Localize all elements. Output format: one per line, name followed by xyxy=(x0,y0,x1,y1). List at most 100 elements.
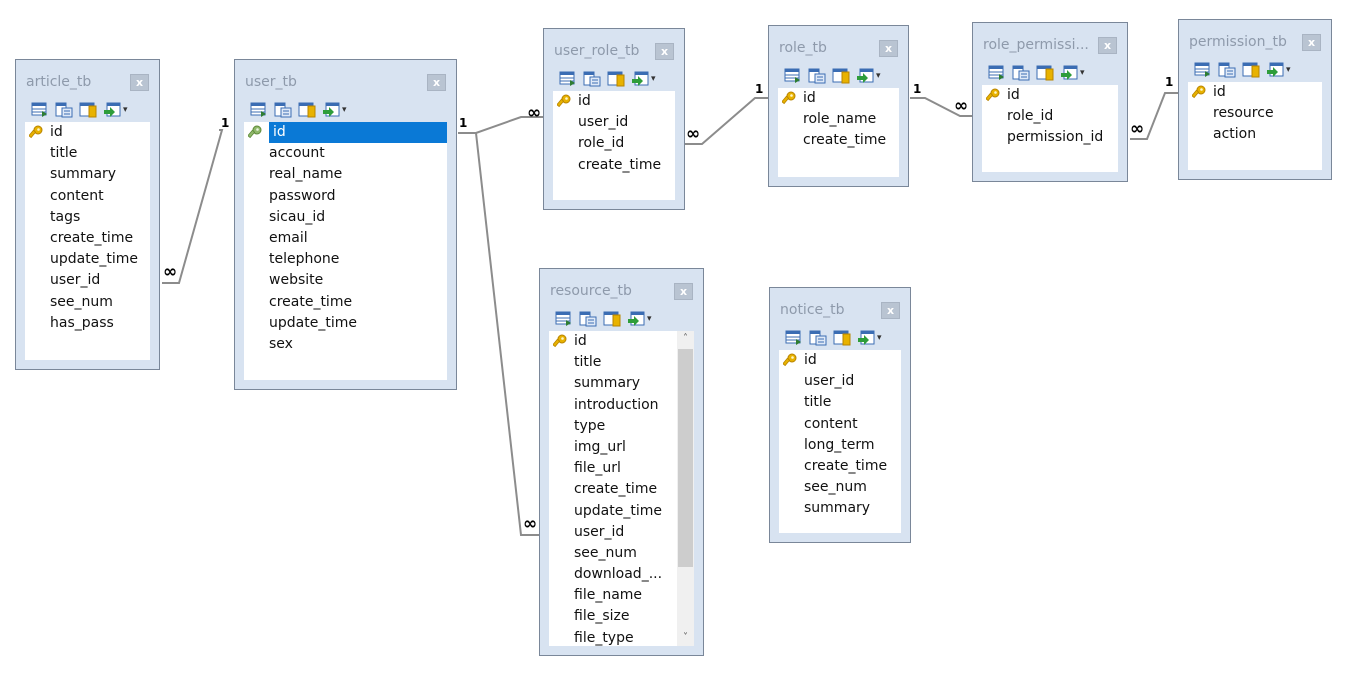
column-row[interactable]: id xyxy=(779,350,901,371)
column-row[interactable]: user_id xyxy=(549,522,694,543)
custom-view-icon[interactable] xyxy=(631,71,649,87)
table-card-permission[interactable]: permission_tb x ▾ id resource action xyxy=(1178,19,1332,180)
column-row[interactable]: id xyxy=(549,331,694,352)
column-row[interactable]: user_id xyxy=(779,371,901,392)
table-card-notice[interactable]: notice_tb x ▾ id user_id title content long_ter… xyxy=(769,287,911,543)
chevron-down-icon[interactable]: ▾ xyxy=(1286,65,1291,75)
close-button[interactable]: x xyxy=(427,74,446,91)
column-row[interactable]: id xyxy=(982,85,1118,106)
close-button[interactable]: x xyxy=(881,302,900,319)
column-row[interactable]: id xyxy=(25,122,150,143)
column-list[interactable]: id role_id permission_id xyxy=(982,85,1118,172)
column-list[interactable]: id resource action xyxy=(1188,82,1322,170)
column-row[interactable]: create_time xyxy=(553,155,675,176)
column-row[interactable]: resource xyxy=(1188,103,1322,124)
table-view-icon[interactable] xyxy=(784,68,802,84)
column-row[interactable]: summary xyxy=(549,373,694,394)
keys-icon[interactable] xyxy=(298,102,316,118)
column-row[interactable]: summary xyxy=(25,164,150,185)
column-row[interactable]: account xyxy=(244,143,447,164)
table-card-article[interactable]: article_tb x ▾ id title summary content tags cre… xyxy=(15,59,160,370)
column-row[interactable]: see_num xyxy=(25,292,150,313)
keys-icon[interactable] xyxy=(833,330,851,346)
keys-icon[interactable] xyxy=(832,68,850,84)
column-row[interactable]: title xyxy=(779,392,901,413)
column-list[interactable]: id user_id role_id create_time xyxy=(553,91,675,200)
table-card-role-permission[interactable]: role_permissi... x ▾ id role_id permission_id xyxy=(972,22,1128,182)
column-row[interactable]: real_name xyxy=(244,164,447,185)
table-card-user[interactable]: user_tb x ▾ id account real_name password sicau… xyxy=(234,59,457,390)
column-row[interactable]: user_id xyxy=(25,270,150,291)
column-names-icon[interactable] xyxy=(274,102,292,118)
keys-icon[interactable] xyxy=(1036,65,1054,81)
column-names-icon[interactable] xyxy=(579,311,597,327)
column-row[interactable]: password xyxy=(244,186,447,207)
custom-view-icon[interactable] xyxy=(322,102,340,118)
column-row[interactable]: file_size xyxy=(549,606,694,627)
column-list[interactable]: id user_id title content long_term create_tim… xyxy=(779,350,901,533)
column-row[interactable]: title xyxy=(25,143,150,164)
column-row[interactable]: user_id xyxy=(553,112,675,133)
column-names-icon[interactable] xyxy=(1012,65,1030,81)
column-row[interactable]: update_time xyxy=(244,313,447,334)
custom-view-icon[interactable] xyxy=(857,330,875,346)
column-list[interactable]: id account real_name password sicau_id email t… xyxy=(244,122,447,380)
column-row[interactable]: create_time xyxy=(549,479,694,500)
column-row[interactable]: file_url xyxy=(549,458,694,479)
rel-user-article[interactable] xyxy=(162,129,224,284)
custom-view-icon[interactable] xyxy=(856,68,874,84)
column-row[interactable]: see_num xyxy=(549,543,694,564)
table-card-role[interactable]: role_tb x ▾ id role_name create_time xyxy=(768,25,909,187)
column-row[interactable]: action xyxy=(1188,124,1322,145)
table-view-icon[interactable] xyxy=(785,330,803,346)
close-button[interactable]: x xyxy=(655,43,674,60)
column-row[interactable]: role_id xyxy=(982,106,1118,127)
column-row[interactable]: id xyxy=(1188,82,1322,103)
column-row[interactable]: see_num xyxy=(779,477,901,498)
chevron-down-icon[interactable]: ▾ xyxy=(876,71,881,81)
column-row[interactable]: update_time xyxy=(549,501,694,522)
table-view-icon[interactable] xyxy=(31,102,49,118)
column-names-icon[interactable] xyxy=(583,71,601,87)
custom-view-icon[interactable] xyxy=(103,102,121,118)
close-button[interactable]: x xyxy=(1302,34,1321,51)
column-row[interactable]: download_... xyxy=(549,564,694,585)
keys-icon[interactable] xyxy=(603,311,621,327)
column-names-icon[interactable] xyxy=(1218,62,1236,78)
table-view-icon[interactable] xyxy=(559,71,577,87)
table-view-icon[interactable] xyxy=(988,65,1006,81)
keys-icon[interactable] xyxy=(79,102,97,118)
chevron-down-icon[interactable]: ▾ xyxy=(342,105,347,115)
rel-user-resource[interactable] xyxy=(458,132,540,536)
column-row[interactable]: id xyxy=(553,91,675,112)
column-row[interactable]: create_time xyxy=(244,292,447,313)
close-button[interactable]: x xyxy=(1098,37,1117,54)
column-list[interactable]: id title summary content tags create_time upda… xyxy=(25,122,150,360)
column-list[interactable]: id role_name create_time xyxy=(778,88,899,177)
chevron-down-icon[interactable]: ▾ xyxy=(651,74,656,84)
column-row[interactable]: tags xyxy=(25,207,150,228)
scroll-down-icon[interactable]: ˅ xyxy=(677,630,694,646)
column-row[interactable]: create_time xyxy=(779,456,901,477)
vertical-scrollbar[interactable]: ˄ ˅ xyxy=(677,331,694,646)
column-row[interactable]: role_name xyxy=(778,109,899,130)
column-row[interactable]: role_id xyxy=(553,133,675,154)
keys-icon[interactable] xyxy=(607,71,625,87)
column-names-icon[interactable] xyxy=(55,102,73,118)
column-row[interactable]: telephone xyxy=(244,249,447,270)
chevron-down-icon[interactable]: ▾ xyxy=(1080,68,1085,78)
table-view-icon[interactable] xyxy=(250,102,268,118)
close-button[interactable]: x xyxy=(130,74,149,91)
column-row[interactable]: summary xyxy=(779,498,901,519)
scroll-up-icon[interactable]: ˄ xyxy=(677,331,694,347)
column-row[interactable]: has_pass xyxy=(25,313,150,334)
column-row[interactable]: introduction xyxy=(549,395,694,416)
column-row[interactable]: create_time xyxy=(25,228,150,249)
column-row[interactable]: permission_id xyxy=(982,127,1118,148)
keys-icon[interactable] xyxy=(1242,62,1260,78)
custom-view-icon[interactable] xyxy=(1060,65,1078,81)
column-names-icon[interactable] xyxy=(808,68,826,84)
table-card-user-role[interactable]: user_role_tb x ▾ id user_id role_id create_tim… xyxy=(543,28,685,210)
table-view-icon[interactable] xyxy=(1194,62,1212,78)
column-row[interactable]: title xyxy=(549,352,694,373)
